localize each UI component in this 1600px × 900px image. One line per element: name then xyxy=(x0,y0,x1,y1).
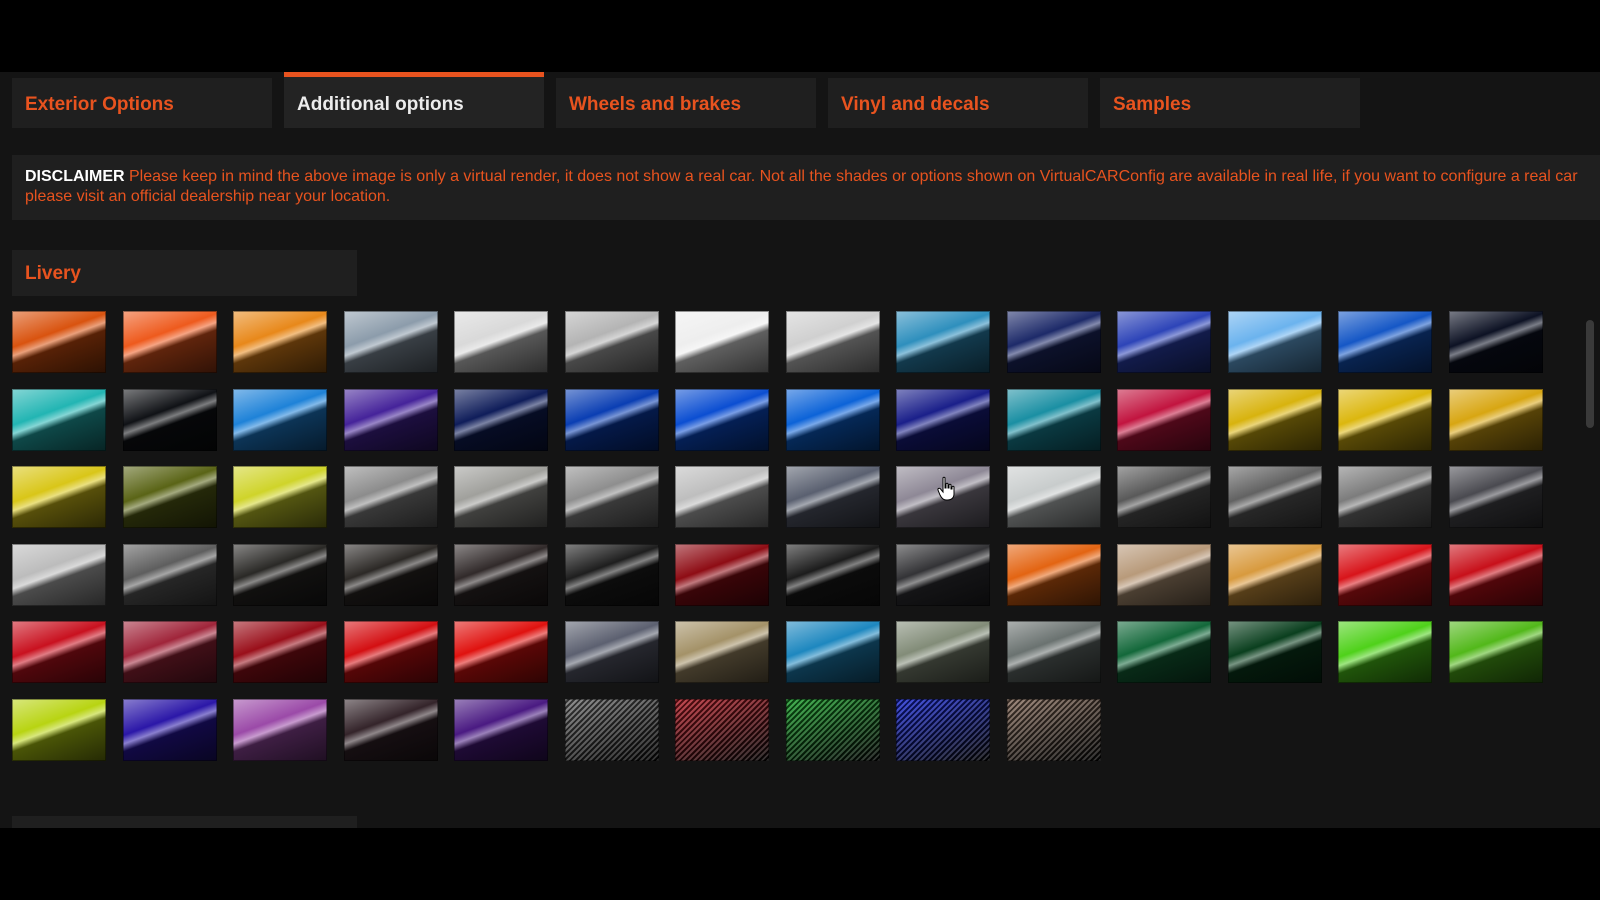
livery-swatch[interactable] xyxy=(122,311,217,373)
tab-exterior-options[interactable]: Exterior Options xyxy=(12,78,272,128)
livery-swatch[interactable] xyxy=(12,698,106,761)
livery-swatch[interactable] xyxy=(12,388,106,451)
livery-swatch[interactable] xyxy=(122,388,217,451)
tab-vinyl-and-decals[interactable]: Vinyl and decals xyxy=(828,78,1088,128)
livery-swatch[interactable] xyxy=(564,621,659,683)
livery-swatch[interactable] xyxy=(675,621,769,683)
livery-swatch[interactable] xyxy=(1338,388,1432,451)
livery-swatch[interactable] xyxy=(1338,311,1432,373)
livery-swatch[interactable] xyxy=(1448,543,1543,606)
livery-swatch[interactable] xyxy=(896,311,990,373)
livery-swatch[interactable] xyxy=(343,543,438,606)
tab-additional-options[interactable]: Additional options xyxy=(284,72,544,128)
options-panel: Exterior Options Additional options Whee… xyxy=(0,72,1600,828)
livery-swatch[interactable] xyxy=(343,311,438,373)
livery-swatch[interactable] xyxy=(675,466,769,528)
livery-swatch[interactable] xyxy=(785,621,880,683)
livery-swatch[interactable] xyxy=(454,621,548,683)
disclaimer-text: Please keep in mind the above image is o… xyxy=(25,168,1578,205)
livery-swatch[interactable] xyxy=(1448,388,1543,451)
livery-swatch[interactable] xyxy=(1117,543,1211,606)
livery-swatch[interactable] xyxy=(1338,466,1432,528)
livery-swatch[interactable] xyxy=(1448,466,1543,528)
livery-swatch[interactable] xyxy=(564,311,659,373)
livery-swatch[interactable] xyxy=(12,543,106,606)
livery-swatch[interactable] xyxy=(1227,543,1322,606)
livery-section-title[interactable]: Livery xyxy=(12,250,357,296)
livery-swatch[interactable] xyxy=(896,543,990,606)
disclaimer-box: DISCLAIMER Please keep in mind the above… xyxy=(12,155,1600,220)
livery-swatch[interactable] xyxy=(675,543,769,606)
livery-swatch[interactable] xyxy=(233,543,327,606)
livery-swatch[interactable] xyxy=(564,466,659,528)
livery-swatch[interactable] xyxy=(122,698,217,761)
livery-swatch[interactable] xyxy=(896,621,990,683)
livery-swatch[interactable] xyxy=(1006,543,1101,606)
livery-swatch[interactable] xyxy=(564,543,659,606)
livery-swatch[interactable] xyxy=(122,621,217,683)
carbon-livery-swatch[interactable] xyxy=(785,698,880,761)
livery-swatch[interactable] xyxy=(233,621,327,683)
livery-swatch[interactable] xyxy=(454,311,548,373)
livery-swatch[interactable] xyxy=(1006,388,1101,451)
livery-swatch[interactable] xyxy=(454,698,548,761)
livery-swatch[interactable] xyxy=(1448,621,1543,683)
livery-swatch[interactable] xyxy=(1006,621,1101,683)
livery-swatch[interactable] xyxy=(122,543,217,606)
tab-samples[interactable]: Samples xyxy=(1100,78,1360,128)
livery-swatch[interactable] xyxy=(1117,621,1211,683)
livery-swatch[interactable] xyxy=(1006,466,1101,528)
livery-swatch[interactable] xyxy=(12,621,106,683)
livery-swatch[interactable] xyxy=(896,388,990,451)
livery-swatch[interactable] xyxy=(343,698,438,761)
scrollbar-thumb[interactable] xyxy=(1586,320,1594,428)
livery-swatch[interactable] xyxy=(1227,311,1322,373)
livery-swatch[interactable] xyxy=(233,698,327,761)
livery-swatch[interactable] xyxy=(785,543,880,606)
livery-swatch[interactable] xyxy=(233,388,327,451)
livery-swatch[interactable] xyxy=(1117,466,1211,528)
livery-swatch[interactable] xyxy=(454,543,548,606)
carbon-livery-swatch[interactable] xyxy=(675,698,769,761)
carbon-livery-swatch[interactable] xyxy=(564,698,659,761)
livery-swatch[interactable] xyxy=(343,388,438,451)
livery-swatch[interactable] xyxy=(1338,621,1432,683)
livery-swatch[interactable] xyxy=(675,311,769,373)
livery-swatch[interactable] xyxy=(1227,621,1322,683)
tab-wheels-and-brakes[interactable]: Wheels and brakes xyxy=(556,78,816,128)
livery-swatch[interactable] xyxy=(1448,311,1543,373)
livery-swatch[interactable] xyxy=(564,388,659,451)
next-section-header xyxy=(12,816,357,828)
livery-swatch[interactable] xyxy=(12,311,106,373)
livery-swatch[interactable] xyxy=(1006,311,1101,373)
carbon-livery-swatch[interactable] xyxy=(896,698,990,761)
disclaimer-label: DISCLAIMER xyxy=(25,168,125,185)
livery-swatch[interactable] xyxy=(343,466,438,528)
livery-swatch[interactable] xyxy=(1117,311,1211,373)
livery-swatch[interactable] xyxy=(233,311,327,373)
hand-pointer-icon xyxy=(937,476,955,501)
livery-swatch[interactable] xyxy=(233,466,327,528)
livery-swatch[interactable] xyxy=(1117,388,1211,451)
livery-swatch[interactable] xyxy=(12,466,106,528)
livery-swatch[interactable] xyxy=(1227,466,1322,528)
livery-swatch[interactable] xyxy=(454,466,548,528)
livery-swatch[interactable] xyxy=(1227,388,1322,451)
livery-swatch[interactable] xyxy=(785,466,880,528)
livery-swatch[interactable] xyxy=(785,311,880,373)
livery-swatch[interactable] xyxy=(343,621,438,683)
livery-swatch[interactable] xyxy=(454,388,548,451)
livery-swatch[interactable] xyxy=(122,466,217,528)
carbon-livery-swatch[interactable] xyxy=(1006,698,1101,761)
livery-swatch[interactable] xyxy=(675,388,769,451)
livery-swatch[interactable] xyxy=(1338,543,1432,606)
livery-swatch[interactable] xyxy=(785,388,880,451)
